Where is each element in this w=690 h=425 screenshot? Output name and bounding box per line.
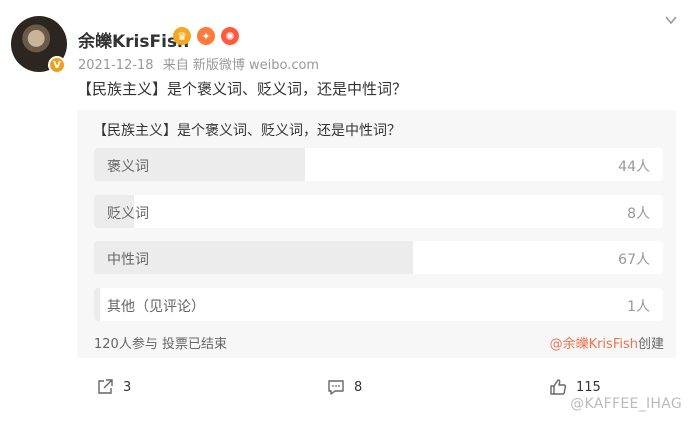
poll-card: 【民族主义】是个褒义词、贬义词，还是中性词？ 褒义词 44人 贬义词 8人 中性…	[77, 110, 676, 358]
poll-creator-link[interactable]: @余皪KrisFish	[550, 337, 638, 352]
poll-option-negative: 贬义词 8人	[94, 195, 663, 228]
share-icon	[98, 379, 113, 394]
like-button[interactable]: 115	[549, 378, 601, 396]
poll-option-label: 贬义词	[107, 206, 149, 222]
poll-option-count: 8人	[627, 206, 650, 222]
post-text: 【民族主义】是个褒义词、贬义词，还是中性词？	[77, 80, 408, 98]
verified-badge: V	[48, 56, 66, 74]
thumbs-up-icon	[550, 379, 567, 395]
share-button[interactable]: 3	[96, 378, 131, 396]
poll-option-label: 其他（见评论）	[107, 299, 205, 315]
thumbs-up-badge-icon[interactable]: ✦	[197, 27, 215, 45]
poll-creator: @余皪KrisFish创建	[550, 333, 664, 352]
poll-option-positive: 褒义词 44人	[94, 148, 663, 181]
watermark: @KAFFEE_IHAG	[570, 396, 682, 412]
post-date[interactable]: 2021-12-18	[78, 58, 154, 73]
megaphone-badge-icon[interactable]: ✺	[221, 27, 239, 45]
comment-button[interactable]: 8	[327, 378, 362, 396]
poll-option-other: 其他（见评论） 1人	[94, 288, 663, 321]
share-count: 3	[123, 379, 132, 395]
post-meta: 2021-12-18 来自 新版微博 weibo.com	[78, 54, 319, 73]
user-badges: ♛ ✦ ✺	[173, 27, 239, 45]
comment-count: 8	[354, 379, 363, 395]
poll-option-count: 1人	[627, 299, 650, 315]
comment-icon	[328, 380, 344, 395]
like-count: 115	[576, 379, 601, 395]
poll-option-bar	[94, 288, 100, 321]
chevron-down-icon[interactable]	[664, 13, 678, 27]
membership-icon[interactable]: ♛	[173, 27, 191, 45]
poll-option-count: 67人	[618, 252, 650, 268]
poll-option-neutral: 中性词 67人	[94, 241, 663, 274]
poll-option-count: 44人	[618, 159, 650, 175]
poll-summary: 120人参与 投票已结束	[94, 337, 227, 352]
poll-creator-suffix: 创建	[637, 337, 664, 352]
post-source: 来自 新版微博 weibo.com	[162, 58, 320, 73]
poll-option-label: 褒义词	[107, 159, 149, 175]
poll-title: 【民族主义】是个褒义词、贬义词，还是中性词？	[93, 123, 401, 139]
poll-option-label: 中性词	[107, 252, 149, 268]
